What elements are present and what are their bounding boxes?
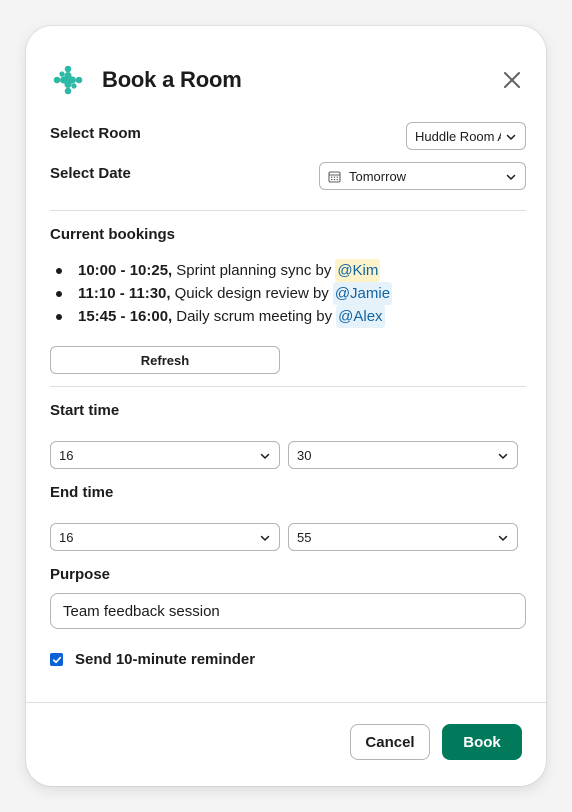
booking-description: Sprint planning sync by [176, 262, 332, 279]
start-time-label: Start time [50, 402, 120, 419]
divider [50, 386, 526, 387]
start-hour-select[interactable]: 16 [50, 441, 280, 469]
bullet [56, 267, 62, 274]
start-hour-value: 16 [59, 447, 74, 463]
user-mention[interactable]: @Jamie [332, 282, 393, 305]
user-mention[interactable]: @Alex [336, 305, 385, 328]
room-select[interactable]: Huddle Room A [406, 122, 526, 150]
close-icon[interactable] [500, 68, 524, 92]
booking-description: Quick design review by [174, 285, 329, 302]
reminder-row: Send 10-minute reminder [50, 651, 255, 668]
bullet [56, 290, 62, 297]
current-bookings-heading: Current bookings [50, 226, 176, 243]
select-date-label: Select Date [50, 165, 131, 182]
booking-item: 11:10 - 11:30, Quick design review by @J… [56, 282, 393, 305]
reminder-label: Send 10-minute reminder [75, 651, 256, 668]
booking-item: 10:00 - 10:25, Sprint planning sync by @… [56, 259, 392, 282]
book-button[interactable]: Book [442, 724, 522, 760]
reminder-checkbox[interactable] [50, 653, 63, 666]
end-hour-select[interactable]: 16 [50, 523, 280, 551]
room-select-value: Huddle Room A [415, 128, 501, 144]
cancel-button[interactable]: Cancel [350, 724, 430, 760]
chevron-down-icon [498, 453, 508, 459]
modal-header: Book a Room [26, 26, 546, 126]
end-time-label: End time [50, 484, 114, 501]
date-select-value: Tomorrow [349, 168, 407, 184]
user-mention[interactable]: @Kim [335, 259, 381, 282]
end-hour-value: 16 [59, 529, 74, 545]
book-room-modal: Book a Room Select Room Huddle Room A Se… [26, 26, 546, 786]
purpose-input[interactable]: Team feedback session [50, 593, 526, 629]
refresh-button[interactable]: Refresh [50, 346, 280, 374]
calendar-icon [328, 170, 341, 183]
end-minute-select[interactable]: 55 [288, 523, 518, 551]
checkmark-icon [52, 656, 61, 663]
app-logo-icon [53, 65, 83, 95]
select-room-label: Select Room [50, 125, 141, 142]
start-minute-value: 30 [297, 447, 312, 463]
bookings-list: 10:00 - 10:25, Sprint planning sync by @… [56, 259, 393, 328]
chevron-down-icon [506, 134, 516, 140]
footer-divider [26, 702, 546, 703]
chevron-down-icon [260, 453, 270, 459]
booking-time: 11:10 - 11:30, [78, 285, 171, 302]
modal-title: Book a Room [102, 67, 242, 92]
purpose-label: Purpose [50, 566, 111, 583]
end-minute-value: 55 [297, 529, 312, 545]
booking-time: 10:00 - 10:25, [78, 262, 173, 279]
booking-time: 15:45 - 16:00, [78, 308, 173, 325]
chevron-down-icon [498, 535, 508, 541]
date-select[interactable]: Tomorrow [319, 162, 526, 190]
chevron-down-icon [506, 174, 516, 180]
bullet [56, 313, 62, 320]
booking-description: Daily scrum meeting by [176, 308, 333, 325]
start-minute-select[interactable]: 30 [288, 441, 518, 469]
divider [50, 210, 526, 211]
booking-item: 15:45 - 16:00, Daily scrum meeting by @A… [56, 305, 392, 328]
chevron-down-icon [260, 535, 270, 541]
